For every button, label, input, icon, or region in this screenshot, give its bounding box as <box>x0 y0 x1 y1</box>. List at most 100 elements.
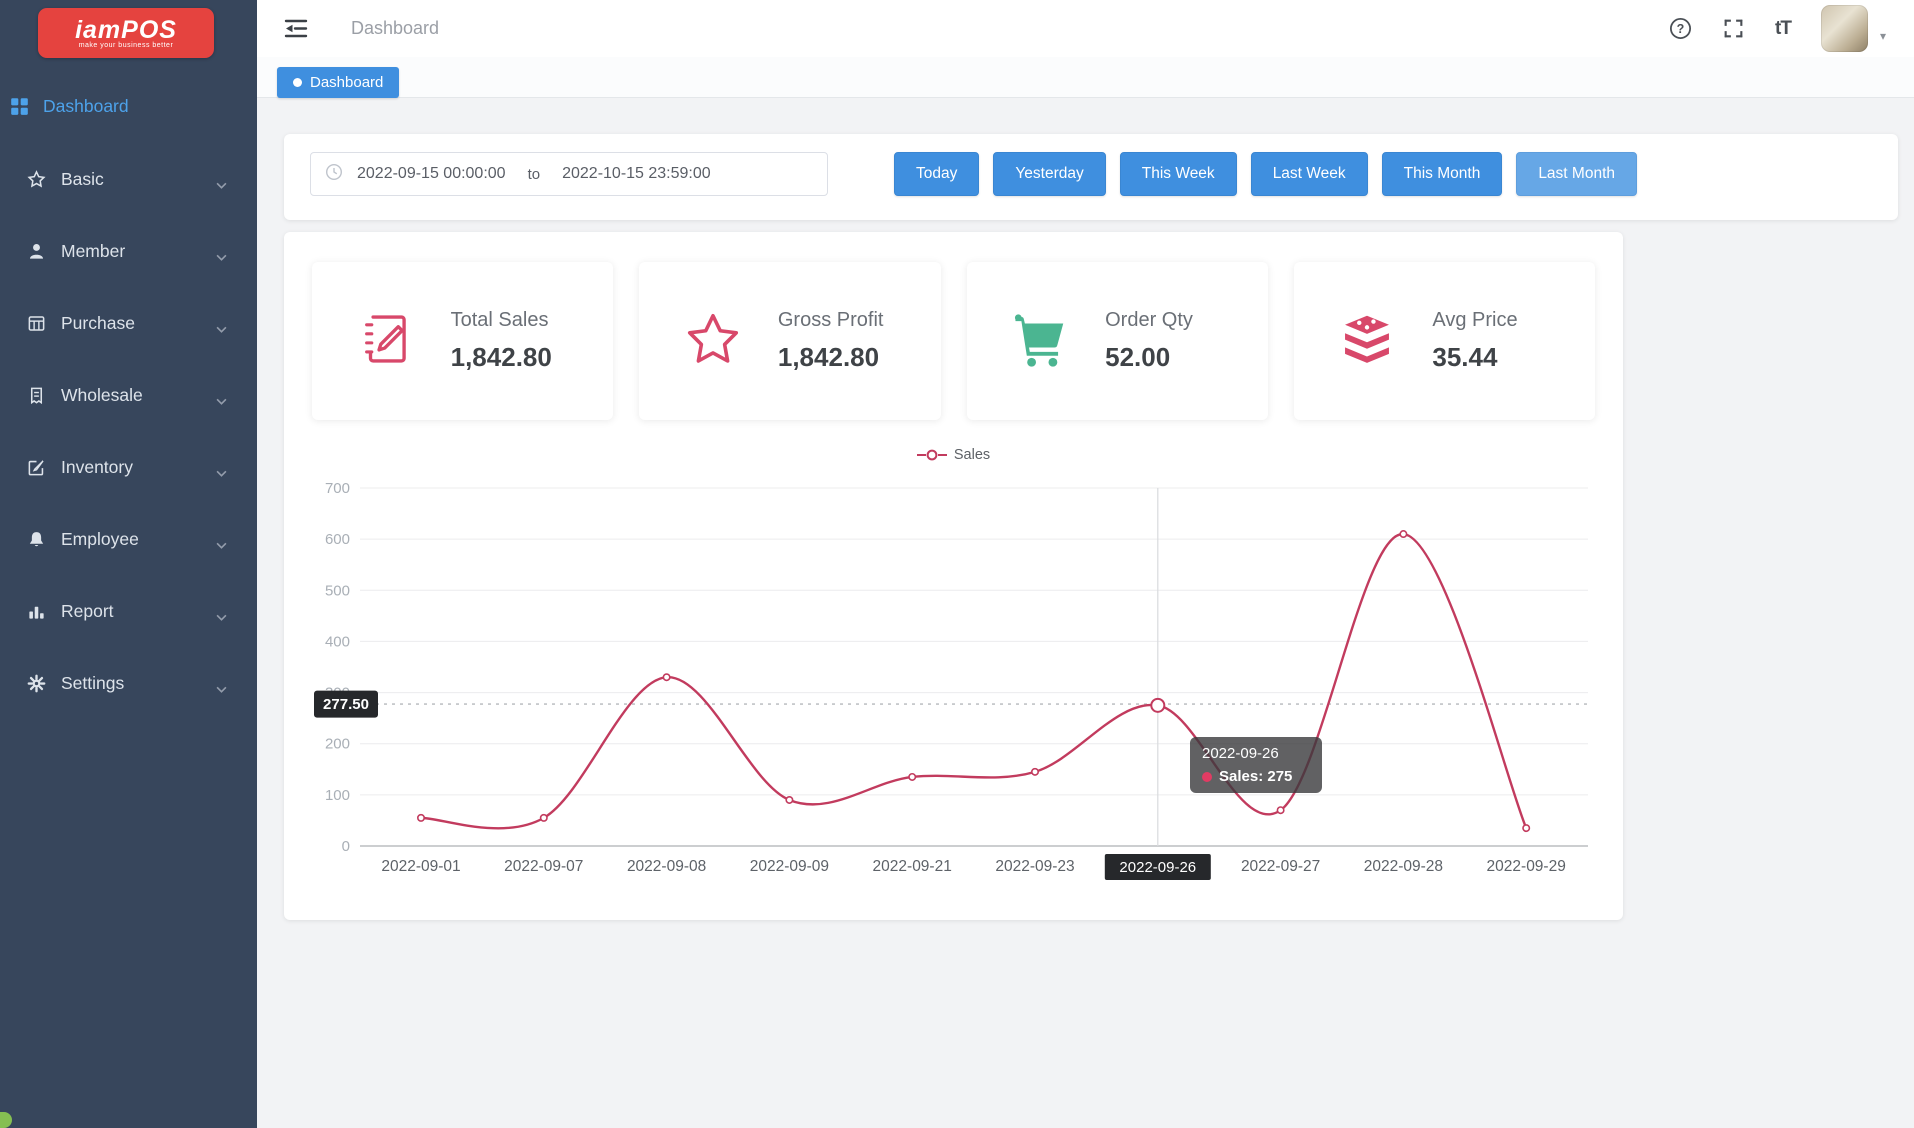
date-range-input[interactable]: 2022-09-15 00:00:00 to 2022-10-15 23:59:… <box>310 152 828 196</box>
svg-text:400: 400 <box>325 633 350 650</box>
sidebar-item-wholesale[interactable]: Wholesale <box>0 373 257 417</box>
stat-card-avg-price: Avg Price 35.44 <box>1294 262 1595 420</box>
svg-text:0: 0 <box>342 838 350 855</box>
chevron-down-icon <box>216 608 227 626</box>
member-icon <box>27 242 46 261</box>
svg-text:100: 100 <box>325 787 350 804</box>
sidebar-item-dashboard[interactable]: Dashboard <box>0 82 257 131</box>
this-month-button[interactable]: This Month <box>1382 152 1503 196</box>
sales-chart: 01002003004005006007002022-09-012022-09-… <box>314 467 1604 897</box>
corner-accent <box>0 1112 12 1128</box>
svg-text:600: 600 <box>325 531 350 548</box>
sidebar-item-inventory[interactable]: Inventory <box>0 445 257 489</box>
chevron-down-icon <box>216 176 227 194</box>
stat-label: Order Qty <box>1105 309 1225 332</box>
app-logo-title: iamPOS <box>75 18 177 42</box>
sidebar-item-label: Basic <box>61 169 104 190</box>
purchase-icon <box>27 314 46 333</box>
stat-value: 1,842.80 <box>778 342 898 373</box>
sidebar-item-report[interactable]: Report <box>0 589 257 633</box>
header-actions: ? tT ▾ <box>1669 5 1886 52</box>
dashboard-icon <box>10 97 29 116</box>
sidebar-item-label: Member <box>61 241 125 262</box>
svg-text:500: 500 <box>325 582 350 599</box>
star-outline-icon <box>682 308 744 375</box>
svg-text:2022-09-07: 2022-09-07 <box>504 858 583 875</box>
inventory-icon <box>27 458 46 477</box>
employee-icon <box>27 530 46 549</box>
sidebar-item-basic[interactable]: Basic <box>0 157 257 201</box>
stat-value: 1,842.80 <box>451 342 571 373</box>
filter-panel: 2022-09-15 00:00:00 to 2022-10-15 23:59:… <box>284 134 1898 220</box>
legend-label: Sales <box>954 447 990 463</box>
chevron-down-icon <box>216 536 227 554</box>
sidebar-nav: Basic Member Purchase Wholesale <box>0 157 257 705</box>
svg-text:2022-09-29: 2022-09-29 <box>1487 858 1566 875</box>
chevron-down-icon <box>216 464 227 482</box>
clock-icon <box>325 163 343 186</box>
stat-card-order-qty: Order Qty 52.00 <box>967 262 1268 420</box>
sidebar-item-label: Dashboard <box>43 96 129 117</box>
page-title: Dashboard <box>351 18 439 39</box>
sidebar-item-purchase[interactable]: Purchase <box>0 301 257 345</box>
tab-dot-icon <box>293 78 302 87</box>
sidebar-item-label: Settings <box>61 673 124 694</box>
stats-grid: Total Sales 1,842.80 Gross Profit 1,842.… <box>312 262 1595 420</box>
sidebar-item-label: Wholesale <box>61 385 143 406</box>
last-week-button[interactable]: Last Week <box>1251 152 1368 196</box>
settings-icon <box>27 674 46 693</box>
chevron-down-icon <box>216 320 227 338</box>
layers-icon <box>1336 308 1398 375</box>
svg-text:2022-09-27: 2022-09-27 <box>1241 858 1320 875</box>
sidebar-item-member[interactable]: Member <box>0 229 257 273</box>
app-logo-tagline: make your business better <box>79 42 174 49</box>
tab-label: Dashboard <box>310 74 383 91</box>
svg-text:2022-09-23: 2022-09-23 <box>995 858 1074 875</box>
svg-text:2022-09-26: 2022-09-26 <box>1119 859 1196 876</box>
tab-dashboard[interactable]: Dashboard <box>277 67 399 98</box>
app-logo[interactable]: iamPOS make your business better <box>38 8 214 58</box>
stat-value: 35.44 <box>1432 342 1552 373</box>
chart-legend: Sales <box>284 447 1623 463</box>
avatar[interactable] <box>1821 5 1868 52</box>
this-week-button[interactable]: This Week <box>1120 152 1237 196</box>
date-to-value[interactable]: 2022-10-15 23:59:00 <box>562 165 711 183</box>
sidebar-item-settings[interactable]: Settings <box>0 661 257 705</box>
text-size-icon[interactable]: tT <box>1775 18 1791 40</box>
sidebar-toggle-icon[interactable] <box>283 18 309 39</box>
sales-chart-svg[interactable]: 01002003004005006007002022-09-012022-09-… <box>314 467 1604 897</box>
tab-bar: Dashboard <box>257 57 1914 98</box>
today-button[interactable]: Today <box>894 152 979 196</box>
sidebar-item-label: Employee <box>61 529 139 550</box>
main-area: Dashboard ? tT ▾ Dashboard 2022-09-15 00… <box>257 0 1914 1128</box>
legend-marker-icon <box>917 449 947 461</box>
legend-item-sales[interactable]: Sales <box>917 447 990 463</box>
sidebar-item-label: Purchase <box>61 313 135 334</box>
cart-icon <box>1009 308 1071 375</box>
svg-text:?: ? <box>1677 22 1685 36</box>
stat-value: 52.00 <box>1105 342 1225 373</box>
quick-filter-buttons: Today Yesterday This Week Last Week This… <box>894 152 1637 196</box>
svg-text:700: 700 <box>325 480 350 497</box>
wholesale-icon <box>27 386 46 405</box>
svg-text:277.50: 277.50 <box>323 696 369 713</box>
svg-text:2022-09-08: 2022-09-08 <box>627 858 706 875</box>
last-month-button[interactable]: Last Month <box>1516 152 1637 196</box>
dashboard-panel: Total Sales 1,842.80 Gross Profit 1,842.… <box>284 232 1623 920</box>
chevron-down-icon <box>216 392 227 410</box>
sidebar-item-employee[interactable]: Employee <box>0 517 257 561</box>
stat-card-gross-profit: Gross Profit 1,842.80 <box>639 262 940 420</box>
sidebar-item-label: Inventory <box>61 457 133 478</box>
svg-text:2022-09-09: 2022-09-09 <box>750 858 829 875</box>
top-header: Dashboard ? tT ▾ <box>257 0 1914 57</box>
help-icon[interactable]: ? <box>1669 17 1692 40</box>
chevron-down-icon <box>216 248 227 266</box>
date-from-value[interactable]: 2022-09-15 00:00:00 <box>357 165 506 183</box>
avatar-caret-icon[interactable]: ▾ <box>1880 29 1886 43</box>
yesterday-button[interactable]: Yesterday <box>993 152 1105 196</box>
fullscreen-icon[interactable] <box>1722 17 1745 40</box>
report-icon <box>27 602 46 621</box>
sidebar: iamPOS make your business better Dashboa… <box>0 0 257 1128</box>
svg-text:2022-09-21: 2022-09-21 <box>873 858 952 875</box>
stat-label: Total Sales <box>451 309 571 332</box>
